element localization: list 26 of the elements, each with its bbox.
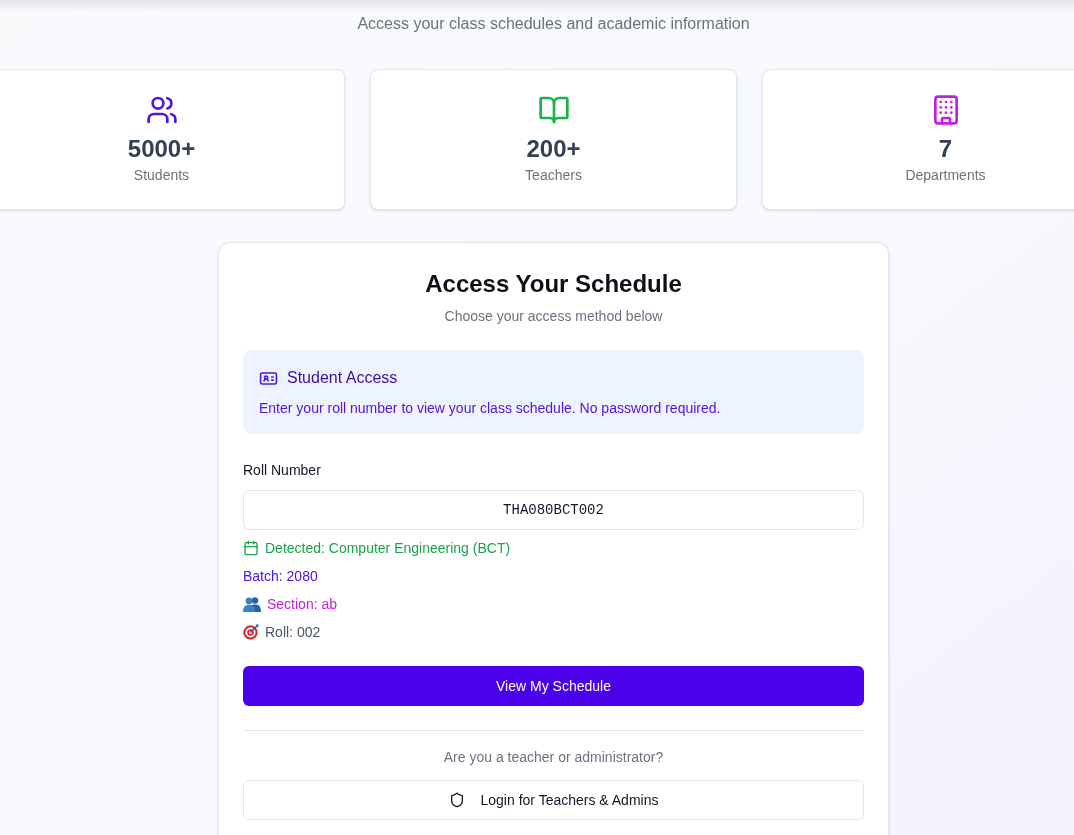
notice-title: Student Access [287,368,398,388]
stat-label: Teachers [525,166,582,185]
page-subtitle: Access your class schedules and academic information [357,14,750,34]
target-icon [243,624,259,640]
stat-value: 200+ [526,134,581,164]
view-schedule-button[interactable]: View My Schedule [243,666,864,706]
stat-value: 7 [938,134,953,164]
shield-icon [448,792,465,808]
stat-value: 5000+ [127,134,196,164]
staff-prompt: Are you a teacher or administrator? [442,748,665,767]
stat-label: Students [133,166,190,185]
card-subtitle: Choose your access method below [443,307,664,326]
roll-number-field[interactable]: THA080BCT002 [243,490,864,530]
calendar-icon [243,540,259,556]
open-book-icon [537,94,570,126]
card-title: Access Your Schedule [424,269,683,299]
department-info: Detected: Computer Engineering (BCT) [265,539,511,558]
section-info: Section: ab [267,595,338,614]
staff-login-button[interactable]: Login for Teachers & Admins [243,780,864,820]
people-icon [243,596,261,612]
notice-text: Enter your roll number to view your class schedule. No password required. [259,399,722,418]
users-icon [145,94,178,126]
stat-label: Departments [905,166,986,185]
roll-info: Roll: 002 [265,623,321,642]
batch-info: Batch: 2080 [243,567,318,586]
roll-number-label: Roll Number [243,461,322,480]
